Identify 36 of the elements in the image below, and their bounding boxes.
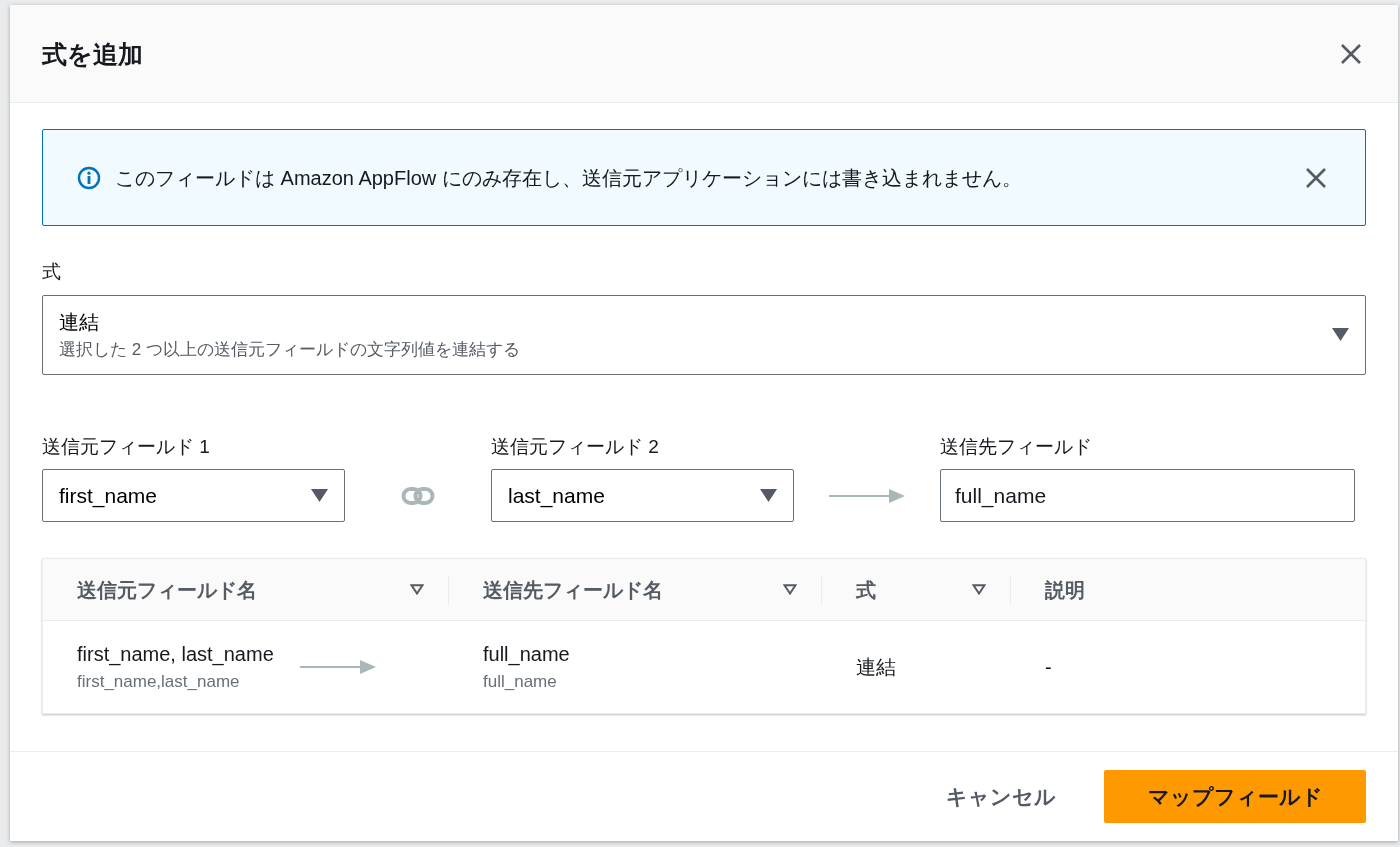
- table-cell: -: [1045, 656, 1052, 678]
- caret-icon: [311, 489, 328, 502]
- cancel-button[interactable]: キャンセル: [946, 780, 1056, 813]
- field-label: 送信元フィールド 1: [42, 434, 211, 459]
- column-header: 送信先フィールド名: [483, 577, 663, 603]
- table-cell-text: first_name, last_name: [77, 642, 274, 668]
- close-icon: [1340, 42, 1362, 65]
- alert-text: このフィールドは Amazon AppFlow にのみ存在し、送信元アプリケーションには書き込まれません。: [115, 165, 1023, 191]
- column-header: 式: [856, 577, 876, 603]
- sort-icon: [783, 584, 797, 595]
- caret-icon: [760, 489, 777, 502]
- field-label: 送信元フィールド 2: [491, 434, 660, 459]
- sort-icon: [410, 584, 424, 595]
- field-select[interactable]: last_name: [491, 469, 794, 522]
- column-header: 説明: [1045, 577, 1085, 603]
- select-value: 連結: [59, 309, 100, 335]
- field-label: 式: [42, 260, 62, 284]
- link-icon: [401, 485, 435, 506]
- map-fields-button[interactable]: マップフィールド: [1104, 770, 1366, 823]
- table-cell-text: first_name,last_name: [77, 671, 241, 694]
- table-cell: 連結: [856, 656, 896, 678]
- dialog-title: 式を追加: [42, 38, 143, 69]
- info-icon: [77, 165, 101, 190]
- select-description: 選択した 2 つ以上の送信元フィールドの文字列値を連結する: [59, 338, 520, 361]
- table-cell-text: full_name: [483, 671, 558, 694]
- expression-select[interactable]: 連結 選択した 2 つ以上の送信元フィールドの文字列値を連結する: [42, 294, 1366, 375]
- field-select[interactable]: first_name: [42, 469, 345, 522]
- table-cell-text: full_name: [483, 642, 571, 668]
- column-header: 送信元フィールド名: [77, 577, 257, 603]
- text-input[interactable]: full_name: [940, 469, 1355, 522]
- caret-icon: [1332, 328, 1349, 341]
- arrow-icon: [829, 487, 905, 504]
- close-icon: [1305, 166, 1327, 189]
- sort-icon: [972, 584, 986, 595]
- field-label: 送信先フィールド: [940, 434, 1093, 459]
- arrow-icon: [299, 659, 376, 675]
